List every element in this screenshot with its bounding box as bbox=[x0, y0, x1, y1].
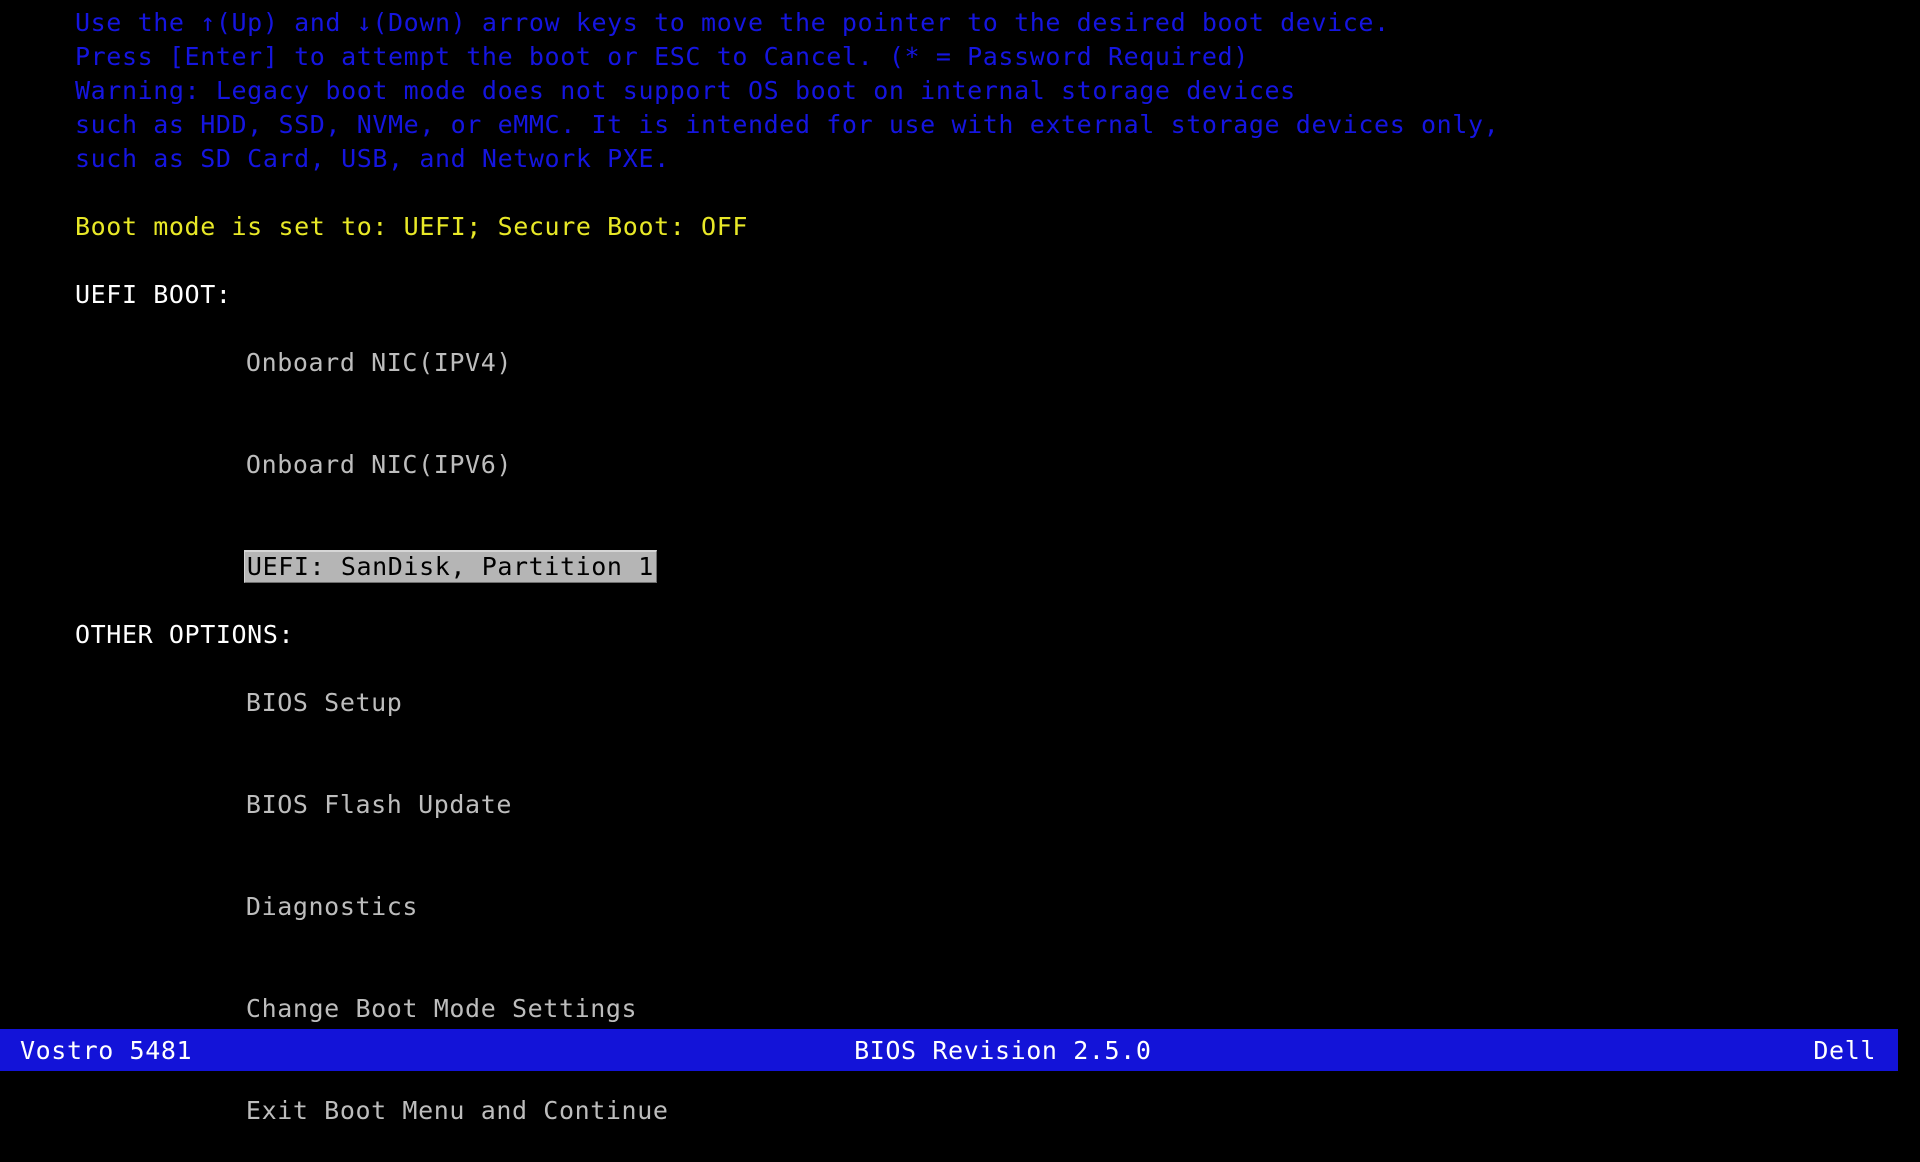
menu-item-label: Change Boot Mode Settings bbox=[245, 994, 638, 1023]
menu-item-onboard-nic-ipv4[interactable]: Onboard NIC(IPV4) bbox=[75, 312, 1915, 414]
status-bar: Vostro 5481 BIOS Revision 2.5.0 Dell bbox=[0, 1029, 1898, 1071]
instruction-line-5: such as SD Card, USB, and Network PXE. bbox=[75, 144, 670, 173]
menu-item-label: Exit Boot Menu and Continue bbox=[245, 1096, 669, 1125]
menu-item-exit-boot-menu-and-continue[interactable]: Exit Boot Menu and Continue bbox=[75, 1060, 1915, 1162]
menu-item-bios-setup[interactable]: BIOS Setup bbox=[75, 652, 1915, 754]
section-header-other-options: OTHER OPTIONS: bbox=[75, 620, 295, 649]
spacer-after-boot-mode bbox=[75, 244, 1915, 278]
instruction-line-2: Press [Enter] to attempt the boot or ESC… bbox=[75, 42, 1249, 71]
bios-boot-menu-screen: Use the ↑(Up) and ↓(Down) arrow keys to … bbox=[0, 0, 1920, 1125]
menu-item-label: Onboard NIC(IPV4) bbox=[245, 348, 512, 377]
section-header-uefi-boot: UEFI BOOT: bbox=[75, 280, 232, 309]
menu-item-diagnostics[interactable]: Diagnostics bbox=[75, 856, 1915, 958]
instruction-line-1: Use the ↑(Up) and ↓(Down) arrow keys to … bbox=[75, 8, 1390, 37]
menu-item-uefi-sandisk-partition-1[interactable]: UEFI: SanDisk, Partition 1 bbox=[75, 516, 1915, 618]
menu-item-label: Onboard NIC(IPV6) bbox=[245, 450, 512, 479]
status-bios-revision: BIOS Revision 2.5.0 bbox=[854, 1035, 1152, 1065]
status-model: Vostro 5481 bbox=[20, 1035, 193, 1065]
boot-mode-status: Boot mode is set to: UEFI; Secure Boot: … bbox=[75, 212, 749, 241]
menu-item-label: BIOS Setup bbox=[245, 688, 403, 717]
selected-boot-entry[interactable]: UEFI: SanDisk, Partition 1 bbox=[243, 550, 657, 583]
instruction-line-4: such as HDD, SSD, NVMe, or eMMC. It is i… bbox=[75, 110, 1500, 139]
status-vendor: Dell bbox=[1813, 1035, 1876, 1065]
menu-item-label: BIOS Flash Update bbox=[245, 790, 512, 819]
boot-menu-content: Use the ↑(Up) and ↓(Down) arrow keys to … bbox=[75, 6, 1915, 1162]
menu-item-bios-flash-update[interactable]: BIOS Flash Update bbox=[75, 754, 1915, 856]
spacer-after-instructions bbox=[75, 176, 1915, 210]
menu-item-onboard-nic-ipv6[interactable]: Onboard NIC(IPV6) bbox=[75, 414, 1915, 516]
menu-item-label: Diagnostics bbox=[245, 892, 419, 921]
instruction-line-3: Warning: Legacy boot mode does not suppo… bbox=[75, 76, 1296, 105]
